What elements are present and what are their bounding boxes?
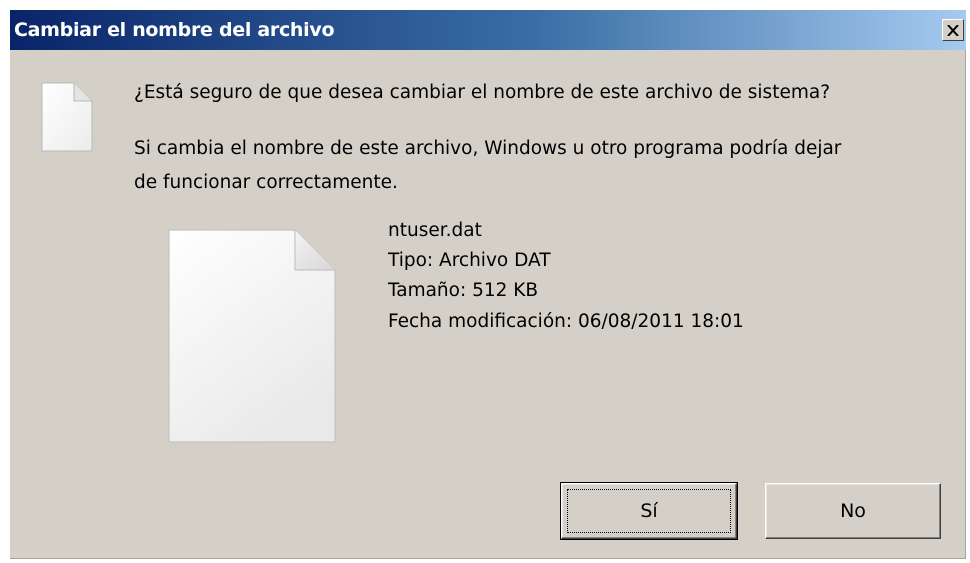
no-button-label: No	[840, 500, 866, 522]
warning-message-line-2: de funcionar correctamente.	[134, 172, 398, 193]
rename-confirm-dialog: Cambiar el nombre del archivo ¿Está segu…	[10, 10, 966, 559]
no-button[interactable]: No	[765, 483, 941, 539]
title-bar[interactable]: Cambiar el nombre del archivo	[10, 10, 966, 50]
file-modified-date: Fecha modificación: 06/08/2011 18:01	[388, 311, 744, 332]
file-type: Tipo: Archivo DAT	[388, 250, 551, 271]
file-size: Tamaño: 512 KB	[388, 280, 539, 301]
yes-button-label: Sí	[640, 500, 658, 522]
yes-button[interactable]: Sí	[560, 482, 738, 540]
file-name: ntuser.dat	[388, 220, 482, 241]
close-icon	[947, 24, 959, 36]
dialog-title: Cambiar el nombre del archivo	[14, 19, 335, 41]
confirmation-question: ¿Está seguro de que desea cambiar el nom…	[134, 82, 831, 103]
file-document-icon	[165, 228, 337, 448]
warning-message-line-1: Si cambia el nombre de este archivo, Win…	[134, 138, 842, 159]
document-icon	[40, 82, 94, 156]
close-button[interactable]	[942, 19, 964, 41]
